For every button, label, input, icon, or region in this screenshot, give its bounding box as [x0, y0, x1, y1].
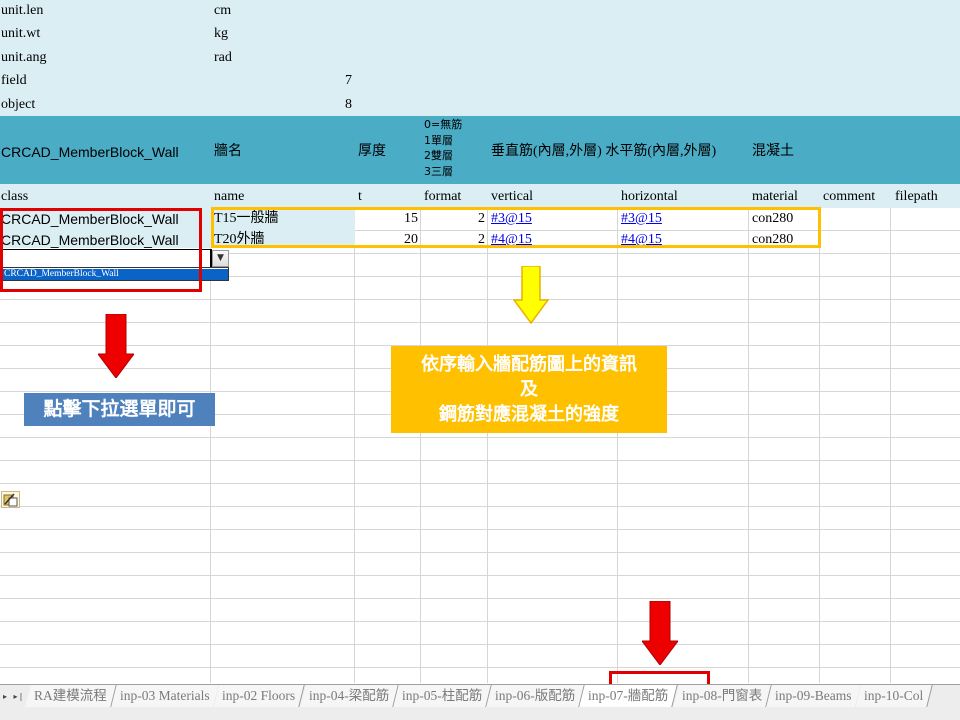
sheet-tab[interactable]: inp-10-Col [855, 685, 934, 707]
sheet-tab[interactable]: inp-05-柱配筋 [393, 685, 492, 707]
sheet-tab[interactable]: inp-06-版配筋 [486, 685, 586, 707]
dropdown-hint-callout: 點擊下拉選單即可 [24, 393, 215, 426]
thickness-header[interactable]: 厚度 [358, 142, 386, 162]
input-hint-line1: 依序輸入牆配筋圖上的資訊 [421, 354, 637, 375]
paste-options-icon[interactable] [1, 491, 20, 508]
block-title[interactable]: CRCAD_MemberBlock_Wall [1, 142, 179, 162]
meta-value-unit-len[interactable]: cm [214, 1, 231, 21]
meta-key-unit-wt[interactable]: unit.wt [1, 24, 40, 44]
row2-horizontal-link[interactable]: #4@15 [621, 230, 662, 250]
sheet-tab[interactable]: inp-09-Beams [766, 685, 862, 707]
sheet-tab[interactable]: RA建模流程 [25, 685, 117, 707]
row1-horizontal-link[interactable]: #3@15 [621, 209, 662, 229]
col-header-t[interactable]: t [358, 187, 362, 207]
row2-vertical-link[interactable]: #4@15 [491, 230, 532, 250]
row2-format[interactable]: 2 [422, 230, 485, 250]
column-header-band [0, 184, 960, 208]
format-legend-1: 1單層 [424, 134, 453, 147]
meta-value-unit-wt[interactable]: kg [214, 24, 228, 44]
row1-vertical-link[interactable]: #3@15 [491, 209, 532, 229]
sheet-tab-active[interactable]: inp-07-牆配筋 [579, 685, 679, 707]
sheet-tab[interactable]: inp-04-梁配筋 [299, 685, 399, 707]
row2-material[interactable]: con280 [752, 230, 793, 250]
row1-format[interactable]: 2 [422, 209, 485, 229]
row1-name[interactable]: T15一般牆 [214, 209, 279, 229]
dropdown-arrow-icon[interactable]: ▼ [212, 250, 229, 267]
col-header-filepath[interactable]: filepath [895, 187, 938, 207]
input-hint-callout: 依序輸入牆配筋圖上的資訊 及 鋼筋對應混凝土的強度 [391, 346, 667, 433]
sheet-tab[interactable]: inp-03 Materials [111, 685, 220, 707]
red-down-arrow-icon [98, 314, 134, 378]
col-header-name[interactable]: name [214, 187, 244, 207]
meta-key-field[interactable]: field [1, 71, 27, 91]
row1-material[interactable]: con280 [752, 209, 793, 229]
col-header-format[interactable]: format [424, 187, 461, 207]
sheet-tabs: RA建模流程 inp-03 Materials inp-02 Floors in… [25, 685, 934, 709]
meta-value-unit-ang[interactable]: rad [214, 48, 232, 68]
dropdown-option[interactable]: CRCAD_MemberBlock_Wall [2, 269, 228, 280]
format-legend-2: 2雙層 [424, 149, 453, 162]
col-header-material[interactable]: material [752, 187, 798, 207]
row2-t[interactable]: 20 [356, 230, 418, 250]
row1-class[interactable]: CRCAD_MemberBlock_Wall [1, 209, 179, 229]
meta-key-unit-len[interactable]: unit.len [1, 1, 43, 21]
format-legend-3: 3三層 [424, 165, 453, 178]
col-header-vertical[interactable]: vertical [491, 187, 533, 207]
input-hint-line2: 及 [520, 379, 538, 400]
row2-class[interactable]: CRCAD_MemberBlock_Wall [1, 230, 179, 250]
col-header-horizontal[interactable]: horizontal [621, 187, 678, 207]
red-down-arrow-icon-tab [642, 601, 678, 665]
sheet-tab[interactable]: inp-02 Floors [213, 685, 306, 707]
col-header-class[interactable]: class [1, 187, 28, 207]
rebar-header[interactable]: 垂直筋(內層,外層) 水平筋(內層,外層) [491, 142, 716, 162]
sheet-tab-bar: ▸ ▸| RA建模流程 inp-03 Materials inp-02 Floo… [0, 684, 960, 720]
class-dropdown-input[interactable] [0, 249, 212, 268]
meta-value-object[interactable]: 8 [300, 95, 352, 115]
row2-name[interactable]: T20外牆 [214, 230, 265, 250]
metadata-band [0, 0, 960, 116]
format-legend-0: 0=無筋 [424, 118, 463, 131]
wall-name-header[interactable]: 牆名 [214, 142, 242, 162]
meta-value-field[interactable]: 7 [300, 71, 352, 91]
meta-key-object[interactable]: object [1, 95, 35, 115]
col-header-comment[interactable]: comment [823, 187, 875, 207]
input-hint-line3: 鋼筋對應混凝土的強度 [439, 404, 619, 425]
concrete-header[interactable]: 混凝土 [752, 142, 794, 162]
sheet-tab[interactable]: inp-08-門窗表 [672, 685, 772, 707]
yellow-down-arrow-icon [513, 266, 549, 324]
sheet-nav-buttons[interactable]: ▸ ▸| [0, 689, 28, 705]
dropdown-list[interactable]: CRCAD_MemberBlock_Wall [0, 267, 229, 281]
row1-t[interactable]: 15 [356, 209, 418, 229]
meta-key-unit-ang[interactable]: unit.ang [1, 48, 47, 68]
